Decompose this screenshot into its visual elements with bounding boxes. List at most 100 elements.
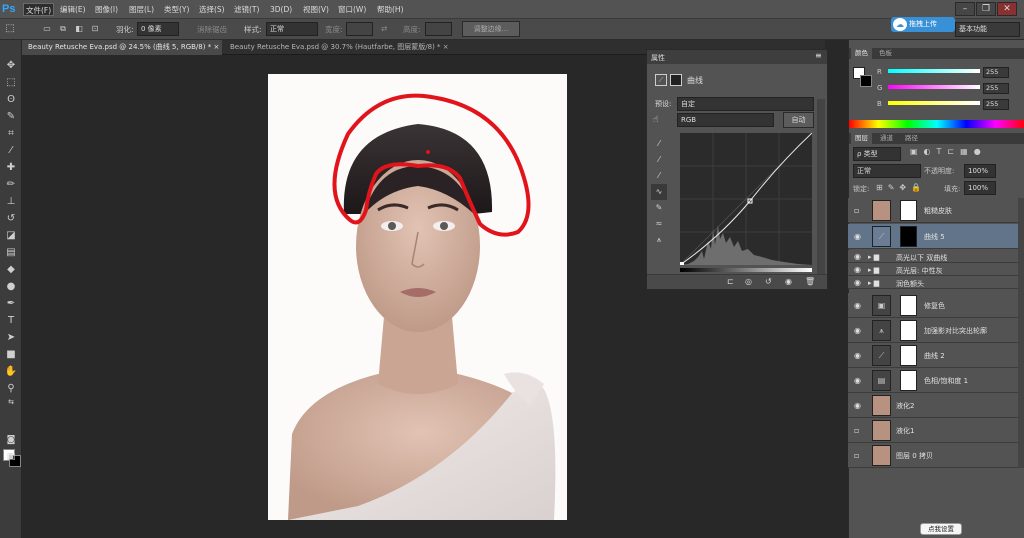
subtract-selection-icon[interactable]: ◧ — [71, 21, 87, 37]
settings-tooltip[interactable]: 点我设置 — [920, 523, 962, 535]
close-window-button[interactable]: ✕ — [997, 2, 1017, 16]
layer-row[interactable]: ▫ 液化1 — [848, 418, 1018, 443]
eyedropper-black-icon[interactable]: ⁄ — [651, 136, 667, 152]
histogram-warning-icon[interactable]: ⩚ — [651, 232, 667, 248]
properties-scrollbar[interactable] — [817, 99, 825, 279]
g-value[interactable]: 255 — [983, 83, 1009, 94]
menu-select[interactable]: 选择(S) — [197, 3, 227, 16]
layer-group[interactable]: ◉ ▸ ▆ 高光层: 中性灰 — [848, 263, 1018, 276]
marquee-tool-icon[interactable]: ⬚ — [3, 75, 19, 91]
lock-icons[interactable]: ⊞✎✥🔒 — [876, 183, 926, 192]
menu-filter[interactable]: 滤镜(T) — [232, 3, 261, 16]
hand-target-icon[interactable]: ☝ — [653, 115, 669, 127]
layer-row[interactable]: ◉ 液化2 — [848, 393, 1018, 418]
curve-edit-icon[interactable]: ∿ — [651, 184, 667, 200]
visibility-toggle-icon[interactable]: ◉ — [854, 232, 863, 241]
dodge-tool-icon[interactable]: ● — [3, 279, 19, 295]
quick-select-tool-icon[interactable]: ✎ — [3, 109, 19, 125]
layer-row[interactable]: ▫ 图层 0 拷贝 — [848, 443, 1018, 468]
auto-button[interactable]: 自动 — [783, 112, 814, 128]
feather-input[interactable]: 0 像素 — [137, 22, 179, 36]
layer-row[interactable]: ▫ 粗糙皮肤 — [848, 198, 1018, 223]
view-previous-icon[interactable]: ◎ — [745, 277, 752, 286]
channel-select[interactable]: RGB — [677, 113, 774, 127]
quick-mask-icon[interactable]: ◙ — [3, 432, 19, 448]
restore-button[interactable]: ❐ — [976, 2, 996, 16]
layer-row[interactable]: ◉ ⟋ 曲线 5 — [848, 224, 1018, 249]
tab-color[interactable]: 颜色 — [851, 48, 872, 59]
layer-filter-select[interactable]: ρ 类型 — [853, 147, 901, 161]
visibility-toggle-icon[interactable]: ◉ — [854, 278, 863, 287]
layer-row[interactable]: ◉ ▣ 修复色 — [848, 293, 1018, 318]
clone-stamp-tool-icon[interactable]: ⊥ — [3, 194, 19, 210]
menu-edit[interactable]: 编辑(E) — [58, 3, 88, 16]
menu-3d[interactable]: 3D(D) — [268, 3, 294, 16]
visibility-toggle-icon[interactable]: ◉ — [854, 301, 863, 310]
default-colors-icon[interactable]: ⇆ — [3, 394, 19, 410]
menu-file[interactable]: 文件(F) — [23, 3, 55, 16]
tab-paths[interactable]: 路径 — [901, 133, 922, 144]
eraser-tool-icon[interactable]: ◪ — [3, 228, 19, 244]
healing-tool-icon[interactable]: ✚ — [3, 160, 19, 176]
blend-mode-select[interactable]: 正常 — [853, 164, 921, 178]
close-tab-icon[interactable]: × — [213, 43, 219, 51]
blur-tool-icon[interactable]: ◆ — [3, 262, 19, 278]
color-bg-swatch[interactable] — [860, 75, 872, 87]
menu-view[interactable]: 视图(V) — [301, 3, 331, 16]
panel-menu-icon[interactable]: ≡ — [815, 51, 822, 60]
visibility-toggle-icon[interactable]: ▫ — [854, 451, 863, 460]
add-selection-icon[interactable]: ⧉ — [55, 21, 71, 37]
clip-layer-icon[interactable]: ⊏ — [727, 277, 734, 286]
document-canvas[interactable] — [268, 74, 567, 520]
b-slider[interactable] — [888, 101, 980, 105]
refine-edge-button[interactable]: 调整边缘... — [462, 21, 520, 37]
tab-layers[interactable]: 图层 — [851, 133, 872, 144]
visibility-toggle-icon[interactable]: ◉ — [854, 326, 863, 335]
eyedropper-tool-icon[interactable]: ⁄ — [3, 143, 19, 159]
layer-group[interactable]: ◉ ▸ ▆ 润色额头 — [848, 276, 1018, 289]
smooth-curve-icon[interactable]: ≈ — [651, 216, 667, 232]
layers-scrollbar[interactable] — [1018, 198, 1024, 468]
r-slider[interactable] — [888, 69, 980, 73]
history-brush-tool-icon[interactable]: ↺ — [3, 211, 19, 227]
visibility-toggle-icon[interactable]: ◉ — [854, 252, 863, 261]
curves-graph[interactable] — [679, 132, 813, 266]
shape-tool-icon[interactable]: ■ — [3, 347, 19, 363]
menu-layer[interactable]: 图层(L) — [127, 3, 156, 16]
lasso-tool-icon[interactable]: ʘ — [3, 92, 19, 108]
close-tab-icon[interactable]: × — [443, 43, 449, 51]
pen-tool-icon[interactable]: ✒ — [3, 296, 19, 312]
marquee-preset-icon[interactable]: ⬚ — [2, 21, 18, 37]
style-select[interactable]: 正常 — [266, 22, 318, 36]
intersect-selection-icon[interactable]: ⊡ — [87, 21, 103, 37]
brush-tool-icon[interactable]: ✏ — [3, 177, 19, 193]
eyedropper-gray-icon[interactable]: ⁄ — [651, 152, 667, 168]
visibility-toggle-icon[interactable]: ▫ — [854, 206, 863, 215]
hand-tool-icon[interactable]: ✋ — [3, 364, 19, 380]
visibility-toggle-icon[interactable]: ◉ — [854, 376, 863, 385]
visibility-toggle-icon[interactable]: ◉ — [854, 265, 863, 274]
swap-icon[interactable]: ⇄ — [381, 24, 387, 33]
fill-input[interactable]: 100% — [964, 181, 996, 195]
tab-channels[interactable]: 通道 — [876, 133, 897, 144]
menu-window[interactable]: 窗口(W) — [336, 3, 368, 16]
preset-select[interactable]: 自定 — [677, 97, 814, 111]
height-input[interactable] — [425, 22, 452, 36]
pencil-curve-icon[interactable]: ✎ — [651, 200, 667, 216]
screen-mode-icon[interactable]: ▣ — [3, 449, 19, 465]
r-value[interactable]: 255 — [983, 67, 1009, 78]
eyedropper-white-icon[interactable]: ⁄ — [651, 168, 667, 184]
menu-help[interactable]: 帮助(H) — [375, 3, 406, 16]
path-select-tool-icon[interactable]: ➤ — [3, 330, 19, 346]
visibility-icon[interactable]: ◉ — [785, 277, 792, 286]
layer-filter-icons[interactable]: ▣◐T⊏▦● — [910, 147, 1010, 161]
minimize-button[interactable]: – — [955, 2, 975, 16]
g-slider[interactable] — [888, 85, 980, 89]
tab-document-2[interactable]: Beauty Retusche Eva.psd @ 30.7% (Hautfar… — [224, 40, 454, 55]
width-input[interactable] — [346, 22, 373, 36]
color-spectrum[interactable] — [849, 120, 1024, 128]
tab-swatches[interactable]: 色板 — [875, 48, 896, 59]
mask-icon[interactable] — [670, 74, 682, 86]
layer-row[interactable]: ◉ ⟋ 曲线 2 — [848, 343, 1018, 368]
gradient-tool-icon[interactable]: ▤ — [3, 245, 19, 261]
